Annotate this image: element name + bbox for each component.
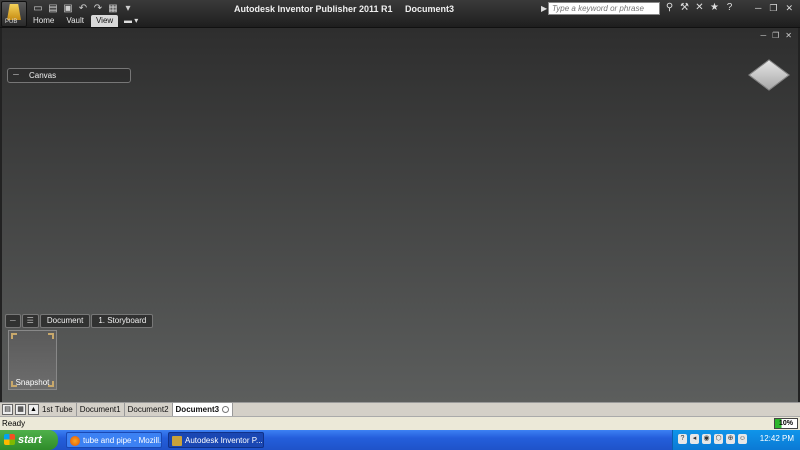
doc-tab-1st-tube[interactable]: 1st Tube: [39, 403, 77, 416]
snapshot-thumbnail[interactable]: Snapshot: [8, 330, 57, 390]
taskbar-item-firefox[interactable]: tube and pipe - Mozill...: [66, 432, 162, 448]
ribbon-tabs: Home Vault View: [28, 15, 119, 27]
security-tray-icon[interactable]: ◉: [702, 434, 711, 444]
title-bar: PUB ▭ ▤ ▣ ↶ ↷ ▦ ▾ Home Vault View ▬ ▾ Au…: [0, 0, 800, 28]
canvas-minimize-icon[interactable]: ─: [760, 31, 766, 40]
breadcrumb-storyboard[interactable]: 1. Storyboard: [91, 314, 154, 328]
viewcube-face-icon: [748, 59, 790, 91]
snapshot-capture-icon[interactable]: ▦: [107, 3, 119, 14]
doc-tab-document2[interactable]: Document2: [125, 403, 173, 416]
restore-icon[interactable]: ❐: [769, 3, 777, 14]
breadcrumb-document[interactable]: Document: [39, 314, 91, 328]
status-text: Ready: [2, 419, 26, 428]
start-label: start: [18, 434, 42, 446]
snapshot-corner-icon: [11, 333, 17, 339]
firefox-icon: [70, 436, 80, 446]
canvas-close-icon[interactable]: ✕: [785, 31, 792, 40]
quick-access-toolbar: ▭ ▤ ▣ ↶ ↷ ▦ ▾: [32, 3, 134, 15]
antivirus-tray-icon[interactable]: ⬡: [714, 434, 723, 444]
favorites-star-icon[interactable]: ★: [709, 3, 720, 13]
document-tabs: ▤ ▦ ▲ 1st Tube Document1 Document2 Docum…: [0, 402, 800, 416]
messenger-tray-icon[interactable]: ☺: [738, 434, 747, 444]
undo-icon[interactable]: ↶: [77, 3, 89, 14]
collapse-icon[interactable]: ─: [10, 70, 22, 79]
inventor-logo-icon: [7, 4, 21, 20]
close-tab-icon[interactable]: [222, 406, 230, 414]
ribbon-display-dropdown-icon[interactable]: ▬ ▾: [124, 16, 138, 25]
doc-tab-document1[interactable]: Document1: [77, 403, 125, 416]
canvas-area[interactable]: ─ ❐ ✕ ─ Canvas: [0, 28, 800, 402]
storyboard-collapse-icon[interactable]: ─: [5, 314, 21, 328]
canvas-label: Canvas: [29, 71, 57, 80]
tab-view[interactable]: View: [90, 15, 119, 27]
snapshot-label: Snapshot: [15, 378, 50, 387]
canvas-window-controls: ─ ❐ ✕: [760, 31, 792, 40]
snapshot-corner-icon: [48, 333, 54, 339]
cascade-windows-icon[interactable]: ▦: [15, 404, 26, 415]
clock: 12:42 PM: [759, 434, 794, 443]
tabs-up-icon[interactable]: ▲: [28, 404, 39, 415]
close-icon[interactable]: ✕: [785, 3, 793, 14]
new-document-icon[interactable]: ▭: [32, 3, 44, 14]
taskbar-item-label: tube and pipe - Mozill...: [83, 436, 162, 445]
wrench-icon[interactable]: ⚒: [679, 3, 690, 13]
doc-tab-document3-label: Document3: [175, 405, 220, 414]
update-tray-icon[interactable]: ⊕: [726, 434, 735, 444]
taskbar-item-label: Autodesk Inventor P...: [185, 436, 263, 445]
app-badge: PUB: [5, 19, 18, 25]
tab-home[interactable]: Home: [28, 15, 59, 27]
inventor-app-icon: [172, 436, 182, 446]
start-button[interactable]: start: [0, 430, 58, 450]
system-tray: ? ◂ ◉ ⬡ ⊕ ☺ 12:42 PM: [672, 430, 800, 450]
open-folder-icon[interactable]: ▤: [47, 3, 59, 14]
window-title: Autodesk Inventor Publisher 2011 R1 Docu…: [234, 4, 455, 14]
binoculars-icon[interactable]: ⚲: [664, 3, 675, 13]
search-input[interactable]: [548, 2, 660, 15]
windows-flag-icon: [4, 434, 15, 445]
help-tray-icon[interactable]: ?: [678, 434, 687, 444]
qat-dropdown-icon[interactable]: ▾: [122, 3, 134, 14]
subscription-icon[interactable]: ✕: [694, 3, 705, 13]
redo-icon[interactable]: ↷: [92, 3, 104, 14]
search-expand-icon[interactable]: ▶: [541, 4, 547, 13]
window-controls: ─ ❐ ✕: [755, 3, 793, 14]
tile-windows-icon[interactable]: ▤: [2, 404, 13, 415]
minimize-icon[interactable]: ─: [755, 3, 761, 14]
save-icon[interactable]: ▣: [62, 3, 74, 14]
storyboard-breadcrumb: ─ ☰ Document 1. Storyboard: [5, 314, 154, 328]
infocenter-tools: ⚲ ⚒ ✕ ★ ?: [664, 3, 735, 13]
help-icon[interactable]: ?: [724, 3, 735, 13]
zoom-indicator: 10%: [774, 418, 798, 429]
canvas-browser-header[interactable]: ─ Canvas: [7, 68, 131, 83]
application-menu-button[interactable]: PUB: [1, 1, 27, 27]
windows-taskbar: start tube and pipe - Mozill... Autodesk…: [0, 430, 800, 450]
tray-icons: ? ◂ ◉ ⬡ ⊕ ☺: [678, 434, 747, 444]
taskbar-item-inventor[interactable]: Autodesk Inventor P...: [168, 432, 264, 448]
viewcube[interactable]: [748, 56, 790, 96]
canvas-restore-icon[interactable]: ❐: [772, 31, 779, 40]
network-tray-icon[interactable]: ◂: [690, 434, 699, 444]
doc-tab-document3[interactable]: Document3: [172, 403, 234, 416]
status-bar: Ready 10%: [0, 416, 800, 430]
tab-vault[interactable]: Vault: [61, 15, 89, 27]
storyboard-list-icon[interactable]: ☰: [21, 314, 39, 328]
